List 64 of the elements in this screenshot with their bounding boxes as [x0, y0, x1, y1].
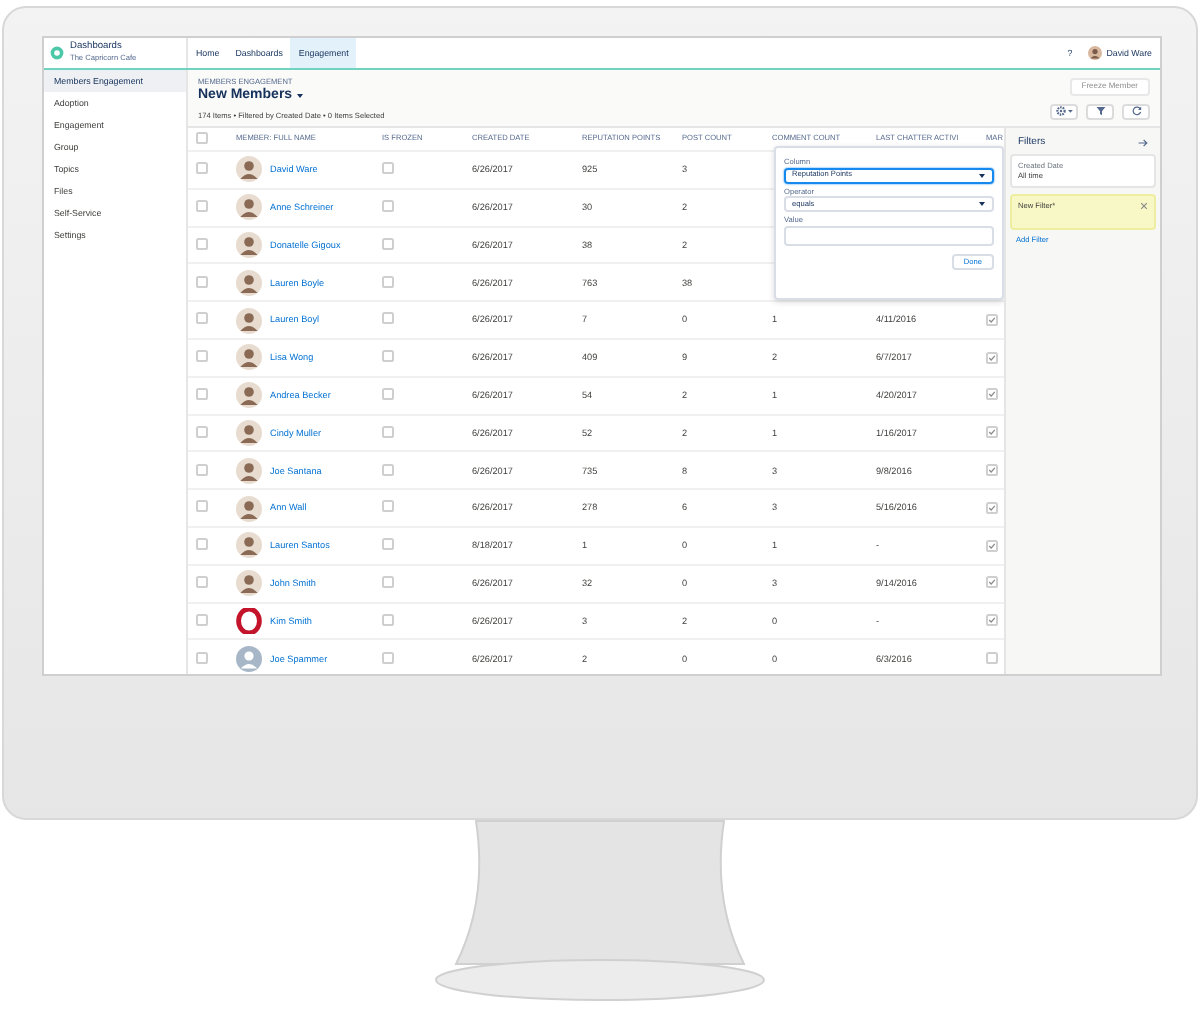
avatar: [236, 269, 262, 296]
checkbox[interactable]: [196, 651, 208, 663]
avatar: [236, 532, 262, 559]
avatar: [236, 156, 262, 183]
caret-icon[interactable]: [296, 91, 305, 100]
avatar: [236, 495, 262, 522]
checkbox[interactable]: [196, 500, 208, 513]
gear-icon: [1055, 106, 1073, 117]
checkbox[interactable]: [196, 162, 208, 175]
settings-button[interactable]: [1050, 103, 1078, 120]
checkbox[interactable]: [196, 613, 208, 626]
filter-icon: [1095, 106, 1105, 117]
avatar: [1088, 46, 1103, 60]
checkbox[interactable]: [986, 426, 998, 439]
avatar: [236, 570, 262, 597]
avatar: [236, 231, 262, 258]
checkbox[interactable]: [986, 651, 998, 663]
avatar: [236, 457, 262, 484]
checkbox[interactable]: [382, 275, 394, 288]
refresh-icon: [1131, 106, 1141, 117]
filter-button[interactable]: [1086, 103, 1114, 120]
checkbox[interactable]: [196, 275, 208, 288]
avatar: [236, 194, 262, 221]
checkbox[interactable]: [382, 538, 394, 551]
avatar: [236, 307, 262, 334]
checkbox[interactable]: [382, 162, 394, 175]
checkbox[interactable]: [986, 388, 998, 401]
checkbox[interactable]: [382, 237, 394, 250]
checkbox[interactable]: [196, 463, 208, 476]
checkbox[interactable]: [196, 131, 208, 144]
checkbox[interactable]: [382, 199, 394, 212]
avatar: [236, 607, 262, 634]
checkbox[interactable]: [196, 425, 208, 438]
checkbox[interactable]: [196, 237, 208, 250]
checkbox[interactable]: [382, 463, 394, 476]
checkbox[interactable]: [382, 425, 394, 438]
checkbox[interactable]: [382, 312, 394, 325]
checkbox[interactable]: [196, 199, 208, 212]
avatar: [236, 344, 262, 371]
checkbox[interactable]: [382, 500, 394, 513]
checkbox[interactable]: [986, 464, 998, 477]
checkbox[interactable]: [986, 351, 998, 364]
checkbox[interactable]: [196, 312, 208, 325]
checkbox[interactable]: [196, 387, 208, 400]
avatar: [236, 382, 262, 409]
checkbox[interactable]: [382, 575, 394, 588]
checkbox[interactable]: [986, 576, 998, 589]
checkbox[interactable]: [382, 387, 394, 400]
checkbox[interactable]: [382, 651, 394, 663]
logo-icon: [50, 46, 64, 60]
arrow-icon[interactable]: [1138, 137, 1148, 147]
refresh-button[interactable]: [1122, 103, 1150, 120]
checkbox[interactable]: [196, 350, 208, 363]
avatar: [236, 419, 262, 446]
checkbox[interactable]: [196, 538, 208, 551]
checkbox[interactable]: [382, 350, 394, 363]
close-icon[interactable]: [1140, 202, 1148, 211]
checkbox[interactable]: [986, 313, 998, 326]
checkbox[interactable]: [382, 613, 394, 626]
checkbox[interactable]: [986, 539, 998, 552]
input-field[interactable]: [784, 225, 994, 246]
checkbox[interactable]: [986, 501, 998, 514]
checkbox[interactable]: [986, 614, 998, 627]
checkbox[interactable]: [196, 575, 208, 588]
